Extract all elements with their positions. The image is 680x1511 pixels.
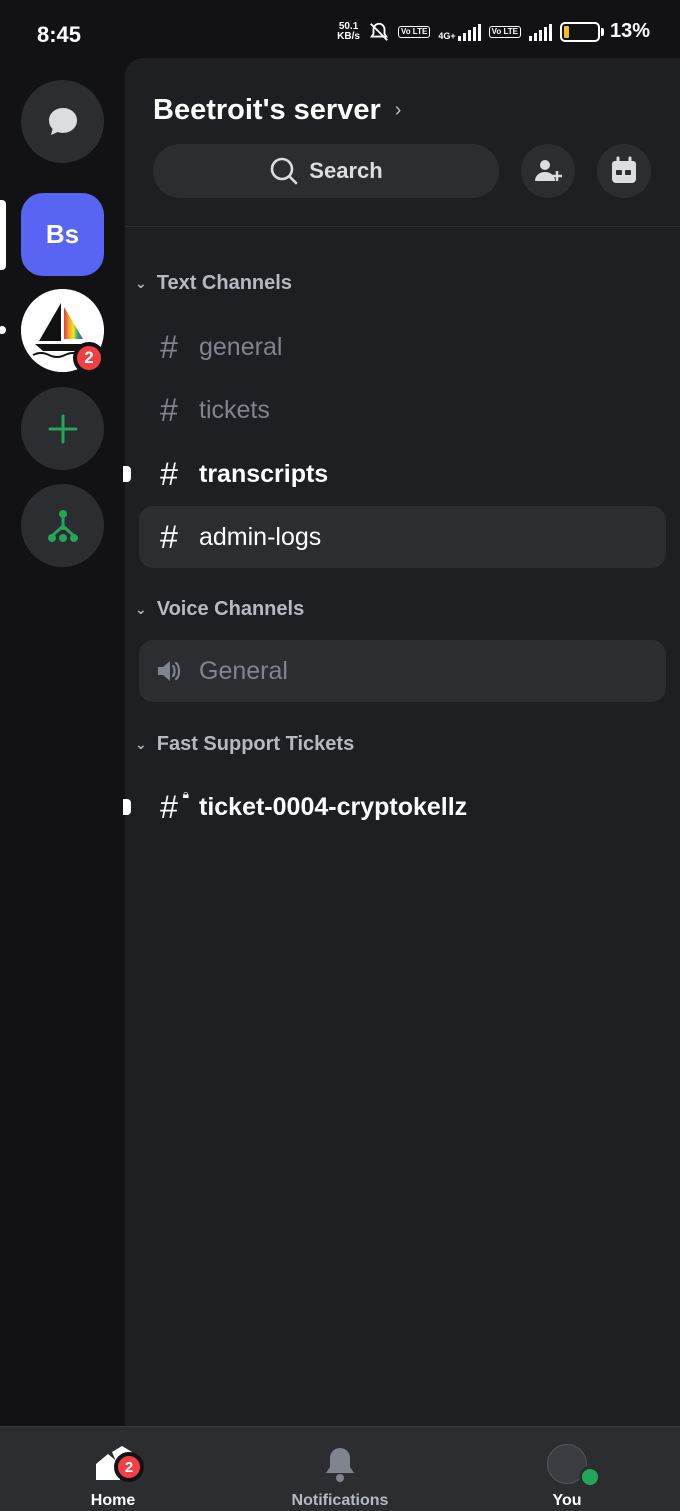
hub-tree-icon bbox=[47, 509, 78, 542]
tab-label: Home bbox=[90, 1492, 136, 1509]
chevron-right-icon: › bbox=[394, 99, 402, 121]
tab-home[interactable]: 2 Home bbox=[72, 1427, 154, 1511]
add-user-icon bbox=[535, 160, 562, 181]
channel-label: general bbox=[199, 332, 283, 361]
category-voice-channels[interactable]: ⌄ Voice Channels bbox=[135, 598, 304, 621]
avatar bbox=[547, 1442, 601, 1488]
category-label: Text Channels bbox=[156, 272, 292, 294]
private-hash-icon: # 🔒︎ bbox=[160, 786, 189, 825]
calendar-icon bbox=[612, 156, 636, 183]
network-type: 4G+ bbox=[438, 30, 456, 41]
bell-icon bbox=[323, 1442, 357, 1486]
plus-icon bbox=[48, 414, 77, 443]
search-button[interactable]: Search bbox=[153, 144, 499, 198]
signal-icon bbox=[457, 23, 481, 41]
category-fast-support-tickets[interactable]: ⌄ Fast Support Tickets bbox=[135, 733, 354, 756]
hash-icon: # bbox=[160, 518, 178, 555]
direct-messages-button[interactable] bbox=[21, 80, 104, 163]
status-bar: 8:45 50.1 KB/s Vo LTE 4G+ Vo LTE 13% bbox=[0, 0, 680, 66]
battery: 13% bbox=[559, 20, 650, 43]
bottom-nav: 2 Home Notifications You bbox=[0, 1426, 680, 1511]
online-status-icon bbox=[579, 1466, 601, 1488]
channel-general[interactable]: # general bbox=[139, 316, 666, 378]
net-speed: 50.1 KB/s bbox=[337, 20, 360, 42]
channel-label: tickets bbox=[199, 395, 270, 424]
channel-ticket-0004[interactable]: # 🔒︎ ticket-0004-cryptokellz bbox=[123, 776, 666, 838]
server-name: Beetroit's server bbox=[153, 94, 381, 126]
unread-server-indicator bbox=[0, 326, 6, 334]
server-rail: Bs 2 bbox=[0, 66, 125, 1426]
tab-label: Notifications bbox=[291, 1492, 389, 1509]
category-label: Voice Channels bbox=[156, 598, 305, 620]
invite-members-button[interactable] bbox=[521, 144, 575, 198]
active-server-indicator bbox=[0, 200, 6, 270]
server-notification-badge: 2 bbox=[73, 342, 105, 374]
signal-icon-2 bbox=[528, 23, 552, 41]
tab-notifications[interactable]: Notifications bbox=[280, 1427, 400, 1511]
search-label: Search bbox=[309, 158, 383, 183]
channel-admin-logs[interactable]: # admin-logs bbox=[139, 506, 666, 568]
battery-percent: 13% bbox=[609, 20, 650, 42]
hash-icon: # bbox=[160, 455, 178, 492]
speaker-icon bbox=[158, 661, 181, 681]
channel-label: transcripts bbox=[199, 459, 329, 488]
server-icon-beetroit[interactable]: Bs bbox=[21, 193, 104, 276]
discover-button[interactable] bbox=[21, 484, 104, 567]
hash-icon: # bbox=[160, 391, 178, 428]
chat-bubble-icon bbox=[48, 107, 77, 135]
bell-muted-icon bbox=[369, 22, 388, 41]
server-header[interactable]: Beetroit's server › bbox=[153, 94, 401, 127]
chevron-down-icon: ⌄ bbox=[135, 275, 147, 291]
unread-indicator bbox=[123, 799, 131, 815]
chevron-down-icon: ⌄ bbox=[135, 736, 147, 752]
volte-icon: Vo LTE bbox=[397, 25, 431, 38]
header-divider bbox=[125, 226, 680, 227]
unread-indicator bbox=[123, 466, 131, 482]
channel-transcripts[interactable]: # transcripts bbox=[123, 443, 666, 505]
search-icon bbox=[270, 157, 298, 185]
chevron-down-icon: ⌄ bbox=[135, 601, 147, 617]
tab-label: You bbox=[552, 1492, 582, 1509]
channel-label: ticket-0004-cryptokellz bbox=[199, 792, 468, 821]
category-label: Fast Support Tickets bbox=[156, 733, 355, 755]
home-badge: 2 bbox=[114, 1452, 144, 1482]
channel-label: admin-logs bbox=[199, 522, 322, 551]
lock-icon: 🔒︎ bbox=[182, 786, 189, 801]
hash-icon: # bbox=[160, 328, 178, 365]
clock: 8:45 bbox=[37, 22, 82, 47]
channel-tickets[interactable]: # tickets bbox=[139, 379, 666, 441]
status-icons: 50.1 KB/s Vo LTE 4G+ Vo LTE 13% bbox=[337, 20, 650, 43]
volte-icon-2: Vo LTE bbox=[488, 25, 521, 38]
tab-you[interactable]: You bbox=[530, 1427, 604, 1511]
battery-icon bbox=[559, 21, 600, 42]
home-icon: 2 bbox=[92, 1442, 144, 1486]
channel-panel: Beetroit's server › Search ⌄ Text Channe… bbox=[123, 58, 680, 1426]
category-text-channels[interactable]: ⌄ Text Channels bbox=[135, 272, 292, 295]
add-server-button[interactable] bbox=[21, 387, 104, 470]
events-button[interactable] bbox=[597, 144, 651, 198]
channel-label: General bbox=[199, 656, 288, 685]
voice-channel-general[interactable]: General bbox=[139, 640, 666, 702]
